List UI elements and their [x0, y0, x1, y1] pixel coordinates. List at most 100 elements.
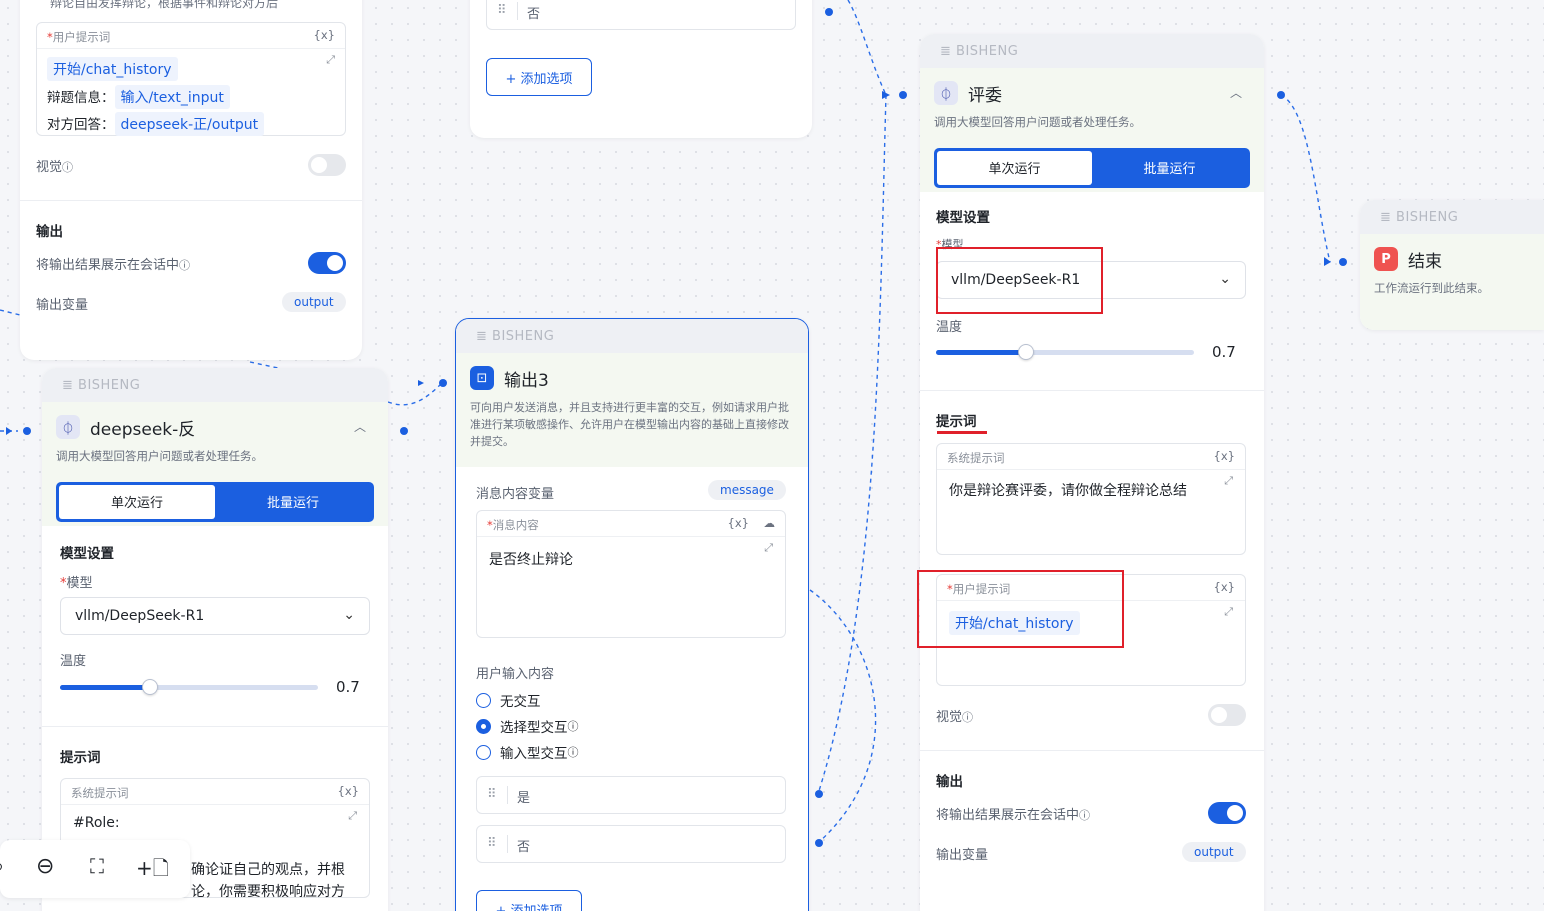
zoom-out-icon[interactable]: ⊖: [36, 854, 54, 879]
single-run-tab[interactable]: 单次运行: [937, 150, 1092, 185]
node-desc: 可向用户发送消息，并且支持进行更丰富的交互，例如请求用户批准进行某项敏感操作、允…: [470, 401, 789, 449]
variable-icon[interactable]: {x}: [338, 784, 359, 798]
edge-handle[interactable]: [1277, 91, 1285, 99]
node-output3[interactable]: ≣ BISHENG ⊡ 输出3 可向用户发送消息，并且支持进行更丰富的交互，例如…: [455, 318, 809, 911]
output-var-label: 输出变量: [36, 298, 89, 313]
show-output-label: 将输出结果展示在会话中ⓘ: [936, 808, 1091, 823]
llm-icon: ⏀: [934, 81, 958, 105]
system-prompt-field[interactable]: 系统提示词 {x} ⤢ 你是辩论赛评委，请你做全程辩论总结: [936, 443, 1246, 555]
node-llm-partial[interactable]: 辩论自由发挥辩论，根据事件和辩论对方后 *用户提示词 {x} ⤢ 开始/chat_…: [20, 0, 362, 360]
variable-tag[interactable]: 开始/chat_history: [47, 57, 178, 81]
prompt-section-title: 提示词: [936, 414, 977, 430]
add-option-button[interactable]: + 添加选项: [476, 890, 582, 911]
batch-run-tab[interactable]: 批量运行: [1092, 151, 1247, 185]
single-run-tab[interactable]: 单次运行: [59, 484, 215, 519]
add-node-icon[interactable]: +🗋: [136, 854, 169, 888]
output-section-title: 输出: [936, 774, 963, 790]
expand-icon[interactable]: ⤢: [764, 541, 773, 555]
radio-input-interaction[interactable]: 输入型交互 ⓘ: [476, 742, 579, 762]
option-row-yes[interactable]: ⠿ 是: [476, 776, 786, 814]
prompt-section-title: 提示词: [60, 750, 101, 766]
edge-handle[interactable]: [825, 8, 833, 16]
system-prompt-text: 你是辩论赛评委，请你做全程辩论总结: [949, 483, 1187, 499]
expand-icon[interactable]: ⤢: [1224, 474, 1233, 488]
highlight-user-prompt: [917, 570, 1124, 648]
option-row-no[interactable]: ⠿ 否: [476, 825, 786, 863]
node-desc: 调用大模型回答用户问题或者处理任务。: [56, 449, 263, 463]
upload-cloud-icon[interactable]: ☁: [764, 516, 776, 530]
run-mode-switch[interactable]: 单次运行 批量运行: [934, 147, 1250, 188]
user-prompt-label: 用户提示词: [52, 30, 111, 44]
slider-thumb[interactable]: [1018, 344, 1035, 360]
node-judge[interactable]: ≣ BISHENG ⏀ 评委 ︿ 调用大模型回答用户问题或者处理任务。 单次运行…: [920, 34, 1264, 911]
node-title: 结束: [1408, 251, 1442, 272]
node-output-partial[interactable]: ⠿ 否 + 添加选项: [470, 0, 812, 138]
output-var-label: 输出变量: [936, 848, 989, 863]
chevron-down-icon: ⌄: [1219, 271, 1231, 287]
run-mode-switch[interactable]: 单次运行 批量运行: [56, 481, 374, 522]
temperature-slider[interactable]: [60, 679, 318, 695]
msg-var-pill: message: [708, 480, 786, 500]
node-end[interactable]: ≣ BISHENG P 结束 工作流运行到此结束。: [1360, 200, 1544, 330]
drag-handle-icon[interactable]: ⠿: [487, 836, 497, 851]
edge-handle[interactable]: [899, 91, 907, 99]
show-output-toggle[interactable]: [1208, 802, 1246, 824]
chevron-up-icon[interactable]: ︿: [354, 418, 366, 435]
temperature-label: 温度: [60, 654, 87, 669]
node-title: deepseek-反: [90, 419, 196, 440]
msg-content-label: 消息内容: [492, 518, 539, 532]
model-select[interactable]: vllm/DeepSeek-R1 ⌄: [60, 597, 370, 635]
variable-tag[interactable]: 输入/text_input: [114, 85, 230, 109]
temperature-slider[interactable]: [936, 344, 1194, 360]
edge-handle[interactable]: [815, 839, 823, 847]
edge-handle[interactable]: [1339, 258, 1347, 266]
node-desc: 工作流运行到此结束。: [1374, 281, 1489, 295]
output-var-pill: output: [282, 292, 346, 312]
expand-icon[interactable]: ⤢: [326, 53, 335, 67]
add-option-button[interactable]: + 添加选项: [486, 58, 592, 96]
zoom-in-icon[interactable]: ⌕: [0, 854, 4, 879]
user-prompt-field[interactable]: *用户提示词 {x} ⤢ 开始/chat_history 辩题信息： 输入/text…: [36, 22, 346, 136]
temperature-value: 0.7: [336, 678, 360, 696]
prompt-line-1: 开始/chat_history: [47, 57, 178, 81]
vision-toggle[interactable]: [308, 154, 346, 176]
cut-text: 辩论自由发挥辩论，根据事件和辩论对方后: [50, 0, 279, 10]
node-title: 评委: [968, 85, 1002, 106]
system-prompt-label: 系统提示词: [71, 786, 129, 800]
edge-handle[interactable]: [815, 790, 823, 798]
model-settings-title: 模型设置: [936, 210, 990, 226]
output-var-pill: output: [1182, 842, 1246, 862]
slider-thumb[interactable]: [142, 679, 159, 695]
edge-handle[interactable]: [439, 379, 447, 387]
drag-handle-icon[interactable]: ⠿: [487, 787, 497, 802]
node-deepseek-fan[interactable]: ≣ BISHENG ⏀ deepseek-反 ︿ 调用大模型回答用户问题或者处理…: [42, 368, 388, 911]
system-prompt-line: #Role:: [73, 815, 120, 831]
system-prompt-line: 确论证自己的观点，并根: [191, 862, 345, 878]
batch-run-tab[interactable]: 批量运行: [215, 485, 371, 519]
variable-icon[interactable]: {x}: [728, 516, 749, 530]
radio-choice-interaction[interactable]: 选择型交互 ⓘ: [476, 716, 579, 736]
edge-handle[interactable]: [23, 427, 31, 435]
node-brand: ≣ BISHENG: [456, 319, 808, 353]
variable-icon[interactable]: {x}: [314, 28, 335, 42]
vision-toggle[interactable]: [1208, 704, 1246, 726]
node-brand: ≣ BISHENG: [920, 34, 1264, 68]
drag-handle-icon[interactable]: ⠿: [497, 3, 507, 18]
chevron-up-icon[interactable]: ︿: [1230, 84, 1242, 101]
canvas-toolbar: ⌕ ⊖ ⛶ +🗋: [0, 840, 190, 898]
temperature-label: 温度: [936, 320, 963, 335]
radio-no-interaction[interactable]: 无交互: [476, 690, 541, 710]
edge-handle[interactable]: [400, 427, 408, 435]
msg-content-field[interactable]: *消息内容 {x} ☁ ⤢ 是否终止辩论: [476, 510, 786, 638]
variable-icon[interactable]: {x}: [1214, 449, 1235, 463]
show-output-toggle[interactable]: [308, 252, 346, 274]
variable-icon[interactable]: {x}: [1214, 580, 1235, 594]
fit-view-icon[interactable]: ⛶: [90, 854, 104, 878]
node-brand: ≣ BISHENG: [42, 368, 388, 402]
prompt-line-2: 辩题信息： 输入/text_input: [47, 85, 230, 109]
vision-label: 视觉ⓘ: [936, 710, 974, 725]
expand-icon[interactable]: ⤢: [348, 809, 357, 823]
option-row-no[interactable]: ⠿ 否: [486, 0, 796, 30]
variable-tag[interactable]: deepseek-正/output: [114, 112, 265, 136]
expand-icon[interactable]: ⤢: [1224, 605, 1233, 619]
